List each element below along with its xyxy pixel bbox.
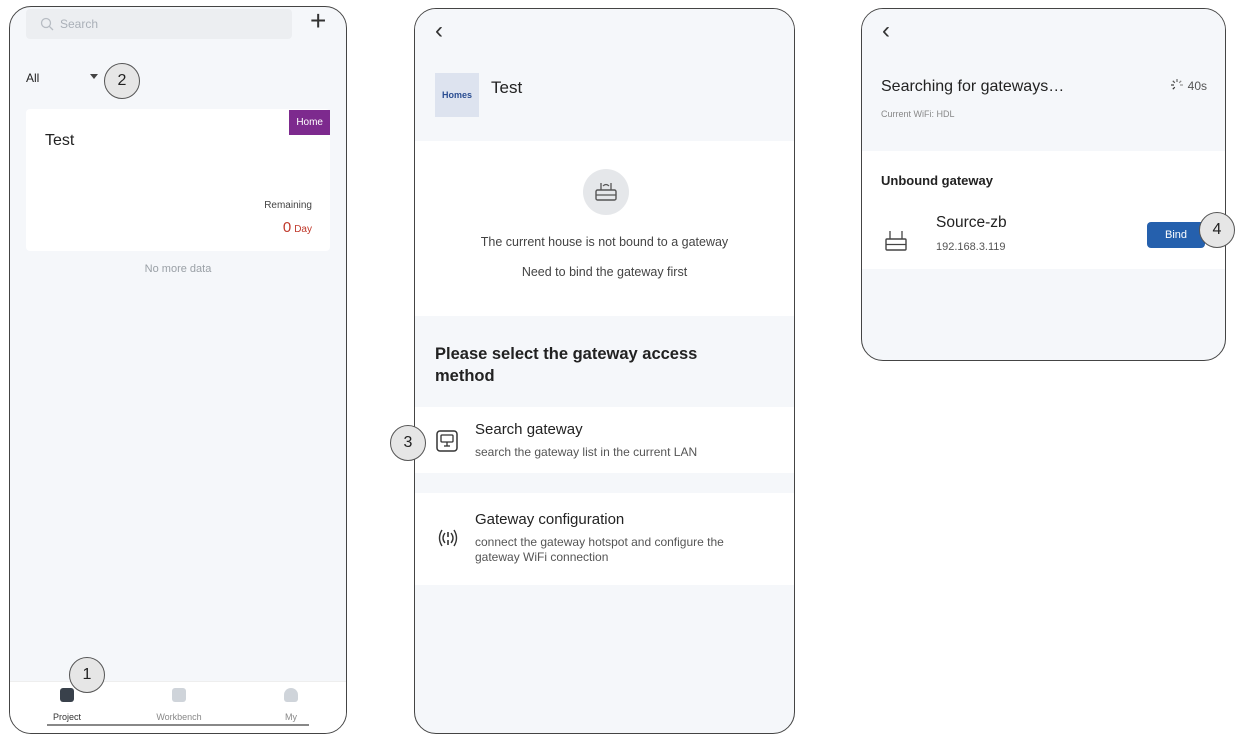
bind-first-message: Need to bind the gateway first <box>521 265 688 279</box>
remaining-value: 0 <box>282 219 292 236</box>
remaining-count: 0 Day <box>283 219 312 236</box>
section-title: Please select the gateway access method <box>435 345 698 385</box>
tab-workbench-label: Workbench <box>156 712 202 722</box>
search-icon <box>40 17 54 31</box>
bind-button[interactable]: Bind <box>1147 222 1205 248</box>
unbound-section-title: Unbound gateway <box>881 173 993 188</box>
option-title: Search gateway <box>475 421 583 438</box>
timer-value: 40s <box>1187 79 1207 93</box>
gateway-name: Source-zb <box>936 214 1007 231</box>
callout-2: 2 <box>104 63 140 99</box>
back-arrow-icon[interactable]: ‹ <box>882 17 890 45</box>
current-wifi: Current WiFi: HDL <box>881 109 955 119</box>
tab-workbench[interactable]: Workbench <box>139 688 219 722</box>
back-arrow-icon[interactable]: ‹ <box>435 17 443 45</box>
remaining-unit: Day <box>294 224 312 235</box>
unbound-gateway-list: Unbound gateway Source-zb 192.168.3.119 … <box>862 151 1225 269</box>
gateway-access-screen: ‹ Homes Test The current house is not bo… <box>414 8 795 734</box>
tab-project[interactable]: Project <box>27 688 107 722</box>
not-bound-message: The current house is not bound to a gate… <box>480 235 729 249</box>
callout-3: 3 <box>390 425 426 461</box>
tab-my-label: My <box>285 712 297 722</box>
router-search-icon <box>436 430 458 452</box>
add-button[interactable]: + <box>310 7 326 37</box>
callout-4: 4 <box>1199 212 1235 248</box>
empty-state: The current house is not bound to a gate… <box>415 141 794 316</box>
project-title: Test <box>45 132 75 149</box>
gateway-icon <box>885 231 907 251</box>
callout-1: 1 <box>69 657 105 693</box>
gateway-search-screen: ‹ Searching for gateways… 40s Current Wi… <box>861 8 1226 361</box>
user-icon <box>284 688 298 702</box>
home-logo: Homes <box>435 73 479 117</box>
chevron-down-icon[interactable] <box>90 74 98 79</box>
search-header: ‹ Searching for gateways… 40s Current Wi… <box>862 9 1225 141</box>
gateway-ip: 192.168.3.119 <box>936 241 1006 253</box>
project-icon <box>60 688 74 702</box>
project-card[interactable]: Test Home Remaining 0 Day <box>26 109 330 251</box>
no-more-data: No more data <box>144 263 212 275</box>
tab-bar: Project Workbench My <box>10 681 346 733</box>
project-list-screen: Search + All Test Home Remaining 0 Day No… <box>9 6 347 734</box>
home-name: Test <box>491 78 523 97</box>
searching-title: Searching for gateways… <box>881 78 1065 95</box>
filter-select[interactable]: All <box>26 71 39 85</box>
loading-spinner-icon <box>1170 79 1183 90</box>
home-header: ‹ Homes Test <box>415 9 794 131</box>
search-timer: 40s <box>1170 78 1207 93</box>
option-desc: search the gateway list in the current L… <box>475 445 698 459</box>
wifi-broadcast-icon <box>438 529 458 547</box>
search-gateway-option[interactable]: Search gateway search the gateway list i… <box>415 407 794 473</box>
tab-project-label: Project <box>52 712 81 722</box>
tab-my[interactable]: My <box>251 688 331 722</box>
option-desc: connect the gateway hotspot and configur… <box>475 535 724 564</box>
remaining-label: Remaining <box>264 200 312 211</box>
gateway-icon <box>583 169 629 215</box>
workbench-icon <box>172 688 186 702</box>
search-placeholder: Search <box>60 17 99 31</box>
home-indicator <box>47 724 309 726</box>
search-input[interactable]: Search <box>26 9 292 39</box>
home-badge: Home <box>289 110 330 135</box>
option-title: Gateway configuration <box>475 511 625 528</box>
gateway-configuration-option[interactable]: Gateway configuration connect the gatewa… <box>415 493 794 585</box>
